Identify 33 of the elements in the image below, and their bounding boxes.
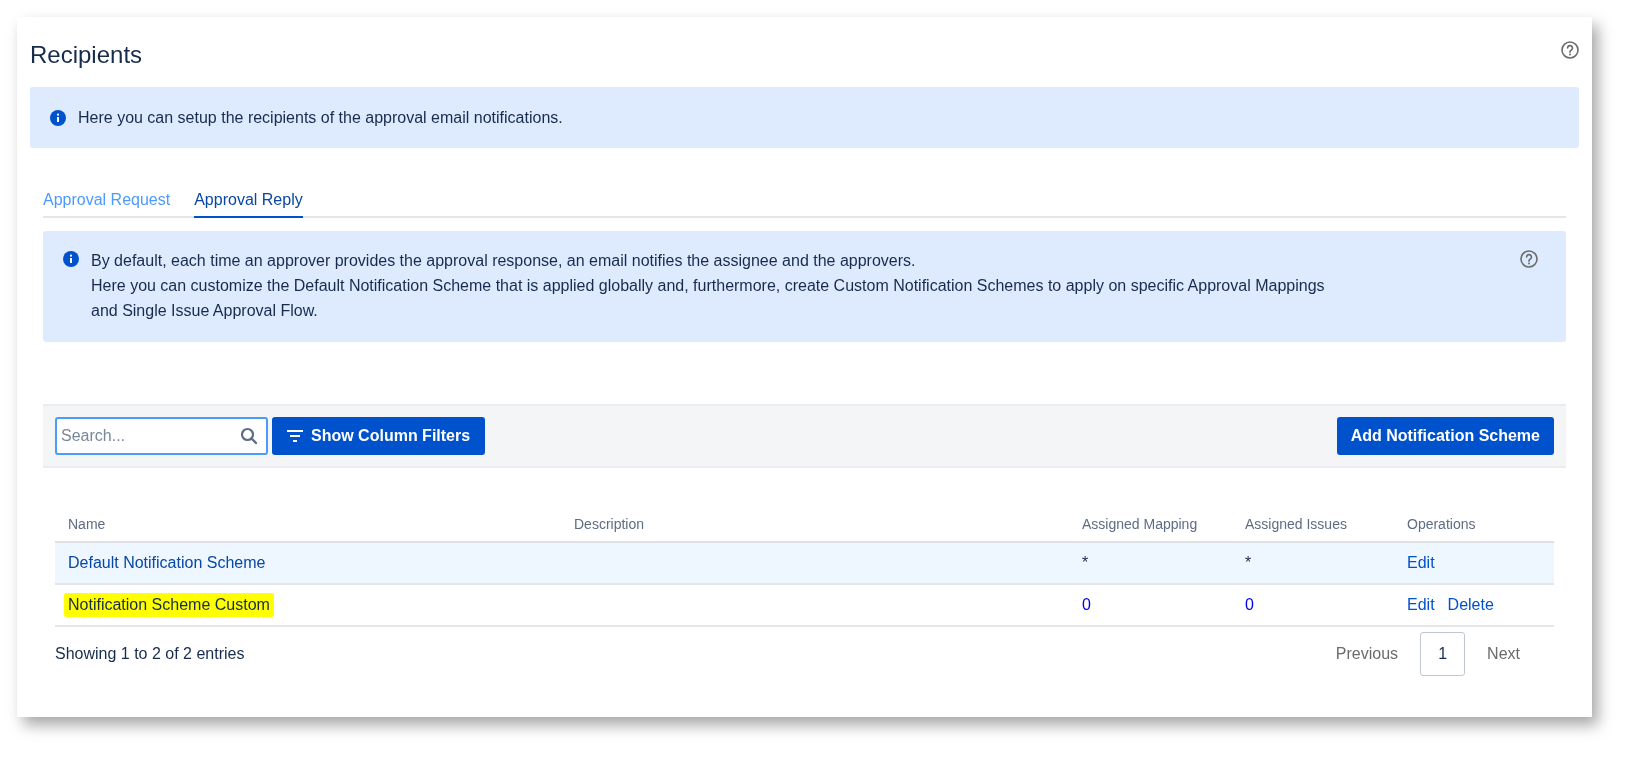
column-header: Assigned Mapping [1082,515,1198,534]
info-icon [50,109,66,126]
search-icon [240,427,258,445]
column-header: Description [574,515,645,534]
info-text: Here you can setup the recipients of the approval email notifications. [78,107,563,128]
help-icon[interactable] [1520,250,1538,268]
count-link[interactable]: 0 [1245,593,1254,617]
previous-link[interactable]: Previous [1317,642,1417,666]
scheme-link[interactable]: Default Notification Scheme [68,551,266,575]
tab[interactable]: Approval Reply [194,188,303,218]
table-cell-text: * [1245,553,1252,573]
count-link[interactable]: 0 [1082,593,1091,617]
filter-icon [287,430,303,442]
page-title: Recipients [30,40,143,70]
info-text: By default, each time an approver provides the approval response, an email notifies the assignee and the approvers. [91,251,917,271]
help-icon[interactable] [1561,41,1579,59]
table-cell-text: * [1082,553,1089,573]
operation-link[interactable]: Edit [1407,551,1435,575]
column-header: Assigned Issues [1245,515,1347,534]
info-text: Here you can customize the Default Notification Scheme that is applied globally and, furthermore, create Custom Notification Schemes to apply on specific Approval Mappings [91,276,1326,296]
next-link[interactable]: Next [1469,642,1538,666]
column-header: Operations [1407,515,1476,534]
operation-link[interactable]: Delete [1447,593,1494,617]
page-button[interactable]: 1 [1420,632,1466,676]
search-field[interactable]: Search... [55,417,268,455]
filter-button[interactable]: Show Column Filters [272,417,486,455]
entries-info: Showing 1 to 2 of 2 entries [55,644,245,664]
scheme-name: Notification Scheme Custom [64,593,274,617]
add-button[interactable]: Add Notification Scheme [1336,417,1554,455]
column-header: Name [68,515,106,534]
operation-link[interactable]: Edit [1407,593,1435,617]
info-icon [63,251,79,267]
info-text: and Single Issue Approval Flow. [91,301,319,321]
